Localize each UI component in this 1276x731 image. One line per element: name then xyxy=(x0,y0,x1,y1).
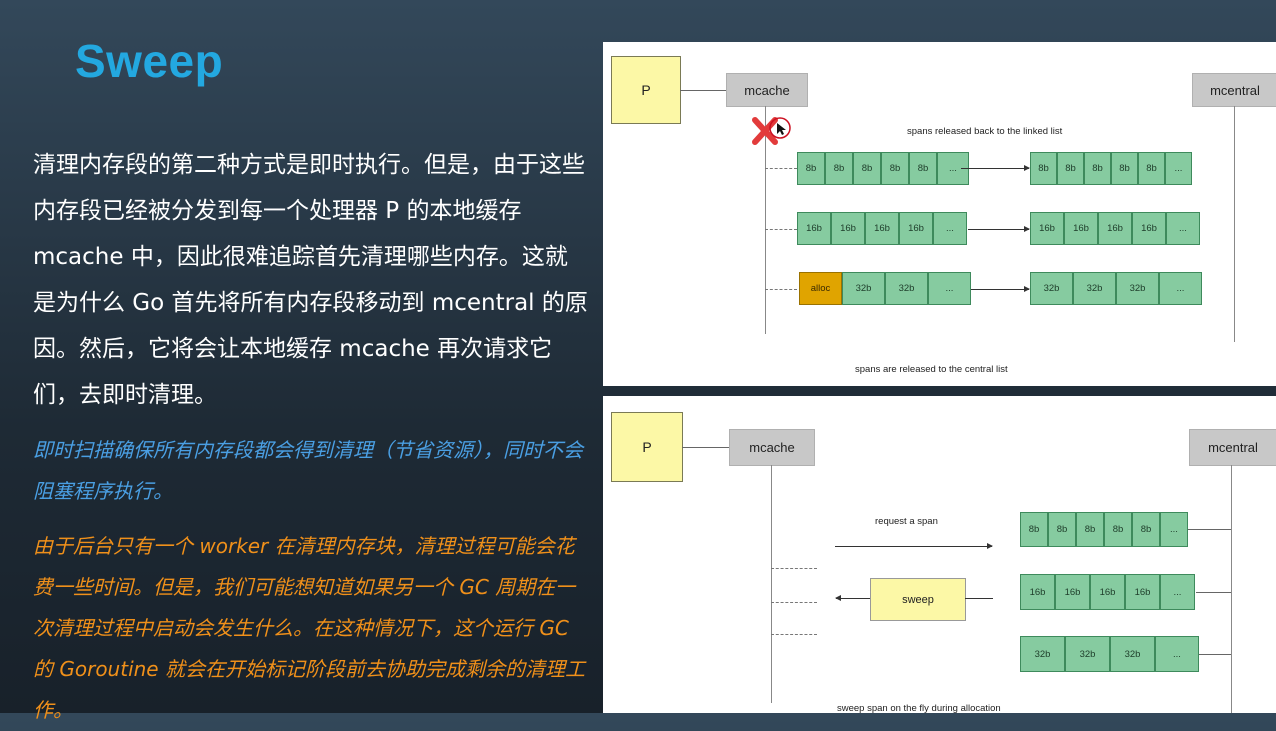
mcache-lifeline xyxy=(771,465,772,703)
span-cell: 16b xyxy=(831,212,865,245)
span-cell: 16b xyxy=(1055,574,1090,610)
span-cell: 8b xyxy=(881,152,909,185)
mcache-span-row-16b: 16b 16b 16b 16b ... xyxy=(797,212,967,245)
span-cell: 8b xyxy=(853,152,881,185)
span-cell: 32b xyxy=(842,272,885,305)
row-link xyxy=(765,229,797,230)
sweep-box: sweep xyxy=(870,578,966,621)
span-cell: 8b xyxy=(1048,512,1076,547)
span-cell: 8b xyxy=(1030,152,1057,185)
span-cell: 16b xyxy=(1090,574,1125,610)
request-arrow xyxy=(835,543,993,549)
span-cell: 8b xyxy=(909,152,937,185)
bottom-caption: sweep span on the fly during allocation xyxy=(837,703,1001,714)
span-cell: 8b xyxy=(1111,152,1138,185)
span-cell: 16b xyxy=(1098,212,1132,245)
bottom-caption: spans are released to the central list xyxy=(855,364,1008,375)
row-link xyxy=(765,168,797,169)
mcache-box: mcache xyxy=(729,429,815,466)
span-cell: 32b xyxy=(1073,272,1116,305)
span-cell: 8b xyxy=(1132,512,1160,547)
alloc-cell: alloc xyxy=(799,272,842,305)
span-cell: ... xyxy=(1166,212,1200,245)
sweep-arrow xyxy=(835,595,870,601)
span-cell: 16b xyxy=(865,212,899,245)
span-cell: 8b xyxy=(1076,512,1104,547)
cursor-icon xyxy=(769,117,793,141)
span-cell: 16b xyxy=(1020,574,1055,610)
mcentral-box: mcentral xyxy=(1189,429,1276,466)
span-cell: ... xyxy=(933,212,967,245)
row-link xyxy=(1196,592,1231,593)
span-cell: 8b xyxy=(797,152,825,185)
span-cell: ... xyxy=(1159,272,1202,305)
p-box: P xyxy=(611,412,683,482)
span-cell: 8b xyxy=(825,152,853,185)
mcentral-span-row-32b: 32b 32b 32b ... xyxy=(1020,636,1199,672)
span-cell: ... xyxy=(1160,574,1195,610)
span-cell: 32b xyxy=(1116,272,1159,305)
diagram-bottom: P mcache mcentral request a span sweep 8… xyxy=(603,396,1276,714)
row-link xyxy=(1188,529,1231,530)
lifeline-dash xyxy=(771,634,817,635)
span-cell: 32b xyxy=(885,272,928,305)
top-caption: spans released back to the linked list xyxy=(907,126,1063,137)
span-cell: 32b xyxy=(1030,272,1073,305)
release-arrow xyxy=(971,286,1030,292)
span-cell: ... xyxy=(928,272,971,305)
mcentral-span-row-32b: 32b 32b 32b ... xyxy=(1030,272,1202,305)
lifeline-dash xyxy=(771,602,817,603)
mcache-span-row-8b: 8b 8b 8b 8b 8b ... xyxy=(797,152,969,185)
row-link xyxy=(1199,654,1231,655)
span-cell: 32b xyxy=(1110,636,1155,672)
mcentral-lifeline xyxy=(1234,106,1235,342)
mcentral-span-row-16b: 16b 16b 16b 16b ... xyxy=(1030,212,1200,245)
span-cell: 8b xyxy=(1084,152,1111,185)
sweep-link xyxy=(965,598,993,599)
span-cell: 16b xyxy=(899,212,933,245)
release-arrow xyxy=(961,165,1030,171)
span-cell: 32b xyxy=(1065,636,1110,672)
p-link xyxy=(682,447,729,448)
span-cell: 16b xyxy=(1132,212,1166,245)
mcentral-lifeline xyxy=(1231,465,1232,713)
span-cell: 8b xyxy=(1020,512,1048,547)
span-cell: 16b xyxy=(797,212,831,245)
blue-note: 即时扫描确保所有内存段都会得到清理（节省资源），同时不会阻塞程序执行。 xyxy=(33,438,583,503)
span-cell: 8b xyxy=(1057,152,1084,185)
span-cell: 16b xyxy=(1030,212,1064,245)
mcentral-span-row-16b: 16b 16b 16b 16b ... xyxy=(1020,574,1195,610)
span-cell: 8b xyxy=(1104,512,1132,547)
slide-paragraph: 清理内存段的第二种方式是即时执行。但是，由于这些内存段已经被分发到每一个处理器 … xyxy=(33,152,588,408)
orange-note: 由于后台只有一个 worker 在清理内存块，清理过程可能会花费一些时间。但是，… xyxy=(33,534,585,722)
span-cell: 32b xyxy=(1020,636,1065,672)
span-cell: ... xyxy=(1160,512,1188,547)
slide-title: Sweep xyxy=(75,35,224,87)
mcentral-span-row-8b: 8b 8b 8b 8b 8b ... xyxy=(1020,512,1188,547)
span-cell: 16b xyxy=(1125,574,1160,610)
diagram-top: P mcache mcentral spans released back to… xyxy=(603,42,1276,386)
span-cell: 16b xyxy=(1064,212,1098,245)
mcentral-box: mcentral xyxy=(1192,73,1276,107)
span-cell: ... xyxy=(1165,152,1192,185)
request-label: request a span xyxy=(875,516,938,527)
p-box: P xyxy=(611,56,681,124)
p-link xyxy=(680,90,726,91)
mcache-box: mcache xyxy=(726,73,808,107)
release-arrow xyxy=(968,226,1030,232)
span-cell: ... xyxy=(1155,636,1199,672)
span-cell: 8b xyxy=(1138,152,1165,185)
lifeline-dash xyxy=(771,568,817,569)
mcentral-span-row-8b: 8b 8b 8b 8b 8b ... xyxy=(1030,152,1192,185)
mcache-span-row-32b: alloc 32b 32b ... xyxy=(799,272,971,305)
row-link xyxy=(765,289,797,290)
